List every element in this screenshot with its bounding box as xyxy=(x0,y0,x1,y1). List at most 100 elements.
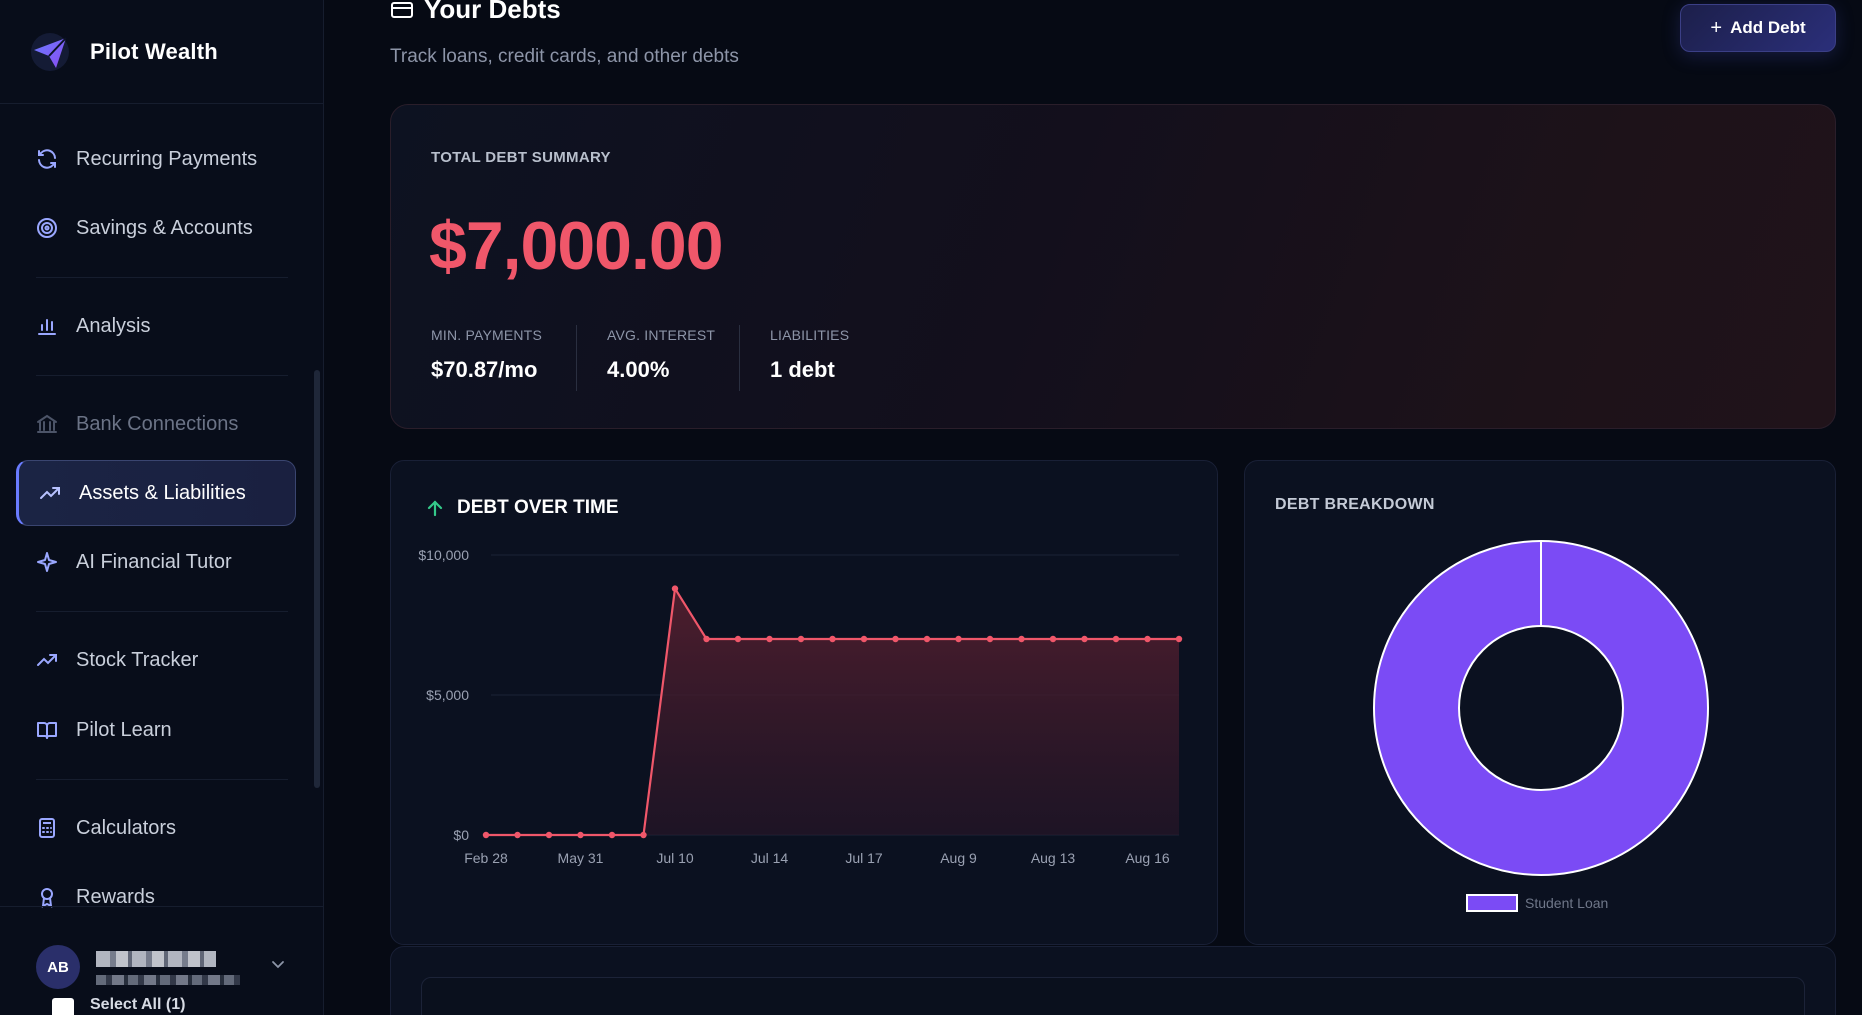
sidebar-item-assets-liabilities[interactable]: Assets & Liabilities xyxy=(16,460,296,526)
avatar: AB xyxy=(36,945,80,989)
sidebar-item-label: AI Financial Tutor xyxy=(76,550,232,573)
total-debt-summary-card: TOTAL DEBT SUMMARY $7,000.00 MIN. PAYMEN… xyxy=(390,104,1836,429)
x-tick-label: Jul 14 xyxy=(751,850,789,866)
page-title: Your Debts xyxy=(390,0,561,25)
data-point xyxy=(608,831,616,839)
stat-liabilities: LIABILITIES 1 debt xyxy=(770,327,849,383)
data-point xyxy=(797,635,805,643)
sidebar-item-bank-connections[interactable]: Bank Connections xyxy=(16,391,296,457)
data-point xyxy=(577,831,584,839)
bank-icon xyxy=(34,411,60,437)
data-point xyxy=(1049,635,1057,643)
summary-label: TOTAL DEBT SUMMARY xyxy=(431,149,611,166)
trending-up-icon xyxy=(34,647,60,673)
data-point xyxy=(640,831,647,839)
legend-swatch xyxy=(1466,894,1518,912)
bar-chart-icon xyxy=(34,313,60,339)
sidebar-item-label: Savings & Accounts xyxy=(76,216,253,239)
user-name-redacted xyxy=(96,951,216,967)
data-point xyxy=(986,635,994,643)
data-point xyxy=(766,635,773,643)
select-all[interactable]: Select All (1) xyxy=(52,990,185,1015)
total-debt-value: $7,000.00 xyxy=(429,208,724,284)
stat-value: 1 debt xyxy=(770,357,835,382)
area-fill xyxy=(486,588,1179,835)
divider xyxy=(576,325,577,391)
debt-list-header xyxy=(421,977,1805,1015)
paper-plane-logo-icon xyxy=(31,32,69,71)
chevron-down-icon[interactable] xyxy=(270,956,286,972)
data-point xyxy=(1018,635,1025,643)
sidebar-item-label: Pilot Learn xyxy=(76,718,172,741)
divider xyxy=(36,375,288,376)
select-all-checkbox[interactable] xyxy=(52,998,74,1015)
divider xyxy=(739,325,740,391)
data-point xyxy=(545,831,553,839)
sidebar-item-pilot-learn[interactable]: Pilot Learn xyxy=(16,697,296,763)
data-point xyxy=(514,831,521,839)
y-tick-label: $0 xyxy=(453,827,469,843)
divider xyxy=(36,611,288,612)
sidebar-item-label: Calculators xyxy=(76,816,177,839)
plus-icon: + xyxy=(1710,16,1723,39)
data-point xyxy=(829,635,836,643)
select-all-label: Select All (1) xyxy=(90,996,186,1013)
x-tick-label: Aug 13 xyxy=(1031,850,1076,866)
sidebar-item-savings-accounts[interactable]: Savings & Accounts xyxy=(16,195,296,261)
brand[interactable]: Pilot Wealth xyxy=(0,0,323,104)
sidebar-item-recurring-payments[interactable]: Recurring Payments xyxy=(16,126,296,192)
sidebar-item-calculators[interactable]: Calculators xyxy=(16,795,296,861)
x-tick-label: Jul 10 xyxy=(656,850,694,866)
x-tick-label: May 31 xyxy=(558,850,604,866)
x-tick-label: Aug 16 xyxy=(1125,850,1170,866)
y-tick-label: $5,000 xyxy=(426,687,469,703)
x-tick-label: Aug 9 xyxy=(940,850,977,866)
divider xyxy=(36,779,288,780)
sidebar: Pilot Wealth Recurring Payments Savings … xyxy=(0,0,324,1015)
data-point xyxy=(482,831,490,839)
debt-breakdown-card: DEBT BREAKDOWN Student Loan xyxy=(1244,460,1836,945)
calculator-icon xyxy=(34,815,60,841)
page-subtitle: Track loans, credit cards, and other deb… xyxy=(390,46,739,67)
x-tick-label: Feb 28 xyxy=(464,850,508,866)
trending-up-icon xyxy=(37,480,63,506)
sidebar-item-ai-financial-tutor[interactable]: AI Financial Tutor xyxy=(16,529,296,595)
debt-line-chart: $10,000 $5,000 $0 Feb 28 May 31 Jul 10 Jul 14 J… xyxy=(418,547,1183,866)
data-point xyxy=(955,635,962,643)
stat-label: MIN. PAYMENTS xyxy=(431,327,542,343)
stat-value: 4.00% xyxy=(607,357,670,382)
book-icon xyxy=(34,717,60,743)
y-tick-label: $10,000 xyxy=(418,547,469,563)
data-point xyxy=(923,635,931,643)
divider xyxy=(36,277,288,278)
stat-label: AVG. INTEREST xyxy=(607,327,716,343)
data-point xyxy=(671,585,679,592)
data-point xyxy=(1112,635,1120,643)
target-icon xyxy=(34,215,60,241)
data-point xyxy=(1081,635,1088,643)
add-debt-button[interactable]: + Add Debt xyxy=(1680,4,1836,52)
card-icon xyxy=(391,1,413,18)
stat-min-payments: MIN. PAYMENTS $70.87/mo xyxy=(431,327,542,383)
stat-value: $70.87/mo xyxy=(431,357,538,382)
page-title-text: Your Debts xyxy=(424,0,561,24)
user-email-redacted xyxy=(96,975,240,985)
debt-breakdown-donut: Student Loan xyxy=(1373,540,1709,912)
data-point xyxy=(703,635,710,643)
refresh-icon xyxy=(34,146,60,172)
stat-label: LIABILITIES xyxy=(770,327,850,343)
sidebar-item-analysis[interactable]: Analysis xyxy=(16,293,296,359)
brand-name: Pilot Wealth xyxy=(90,38,218,64)
legend-label: Student Loan xyxy=(1525,895,1608,911)
sidebar-item-label: Recurring Payments xyxy=(76,147,258,170)
sidebar-item-stock-tracker[interactable]: Stock Tracker xyxy=(16,627,296,693)
slice-outline xyxy=(1458,625,1624,791)
sparkle-icon xyxy=(34,549,60,575)
data-point xyxy=(1175,635,1183,643)
add-debt-label: Add Debt xyxy=(1730,18,1806,37)
sidebar-scrollbar[interactable] xyxy=(314,370,320,788)
data-point xyxy=(734,635,742,643)
stat-avg-interest: AVG. INTEREST 4.00% xyxy=(607,327,715,383)
debt-over-time-card: DEBT OVER TIME $10,000 $5,000 $0 Feb 28 May … xyxy=(390,460,1218,945)
data-point xyxy=(1144,635,1151,643)
